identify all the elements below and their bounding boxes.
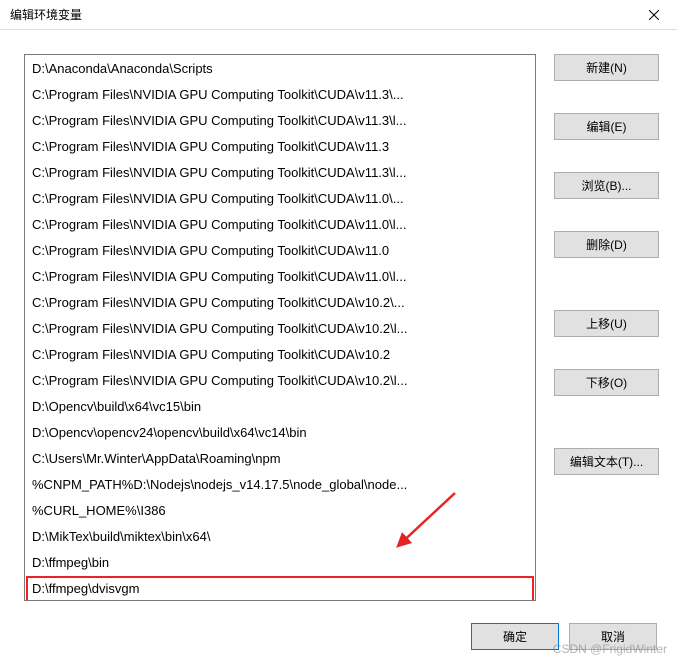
path-list-item[interactable]: D:\MikTex\build\miktex\bin\x64\ (26, 524, 534, 550)
path-list-item[interactable]: C:\Program Files\NVIDIA GPU Computing To… (26, 134, 534, 160)
path-list-item[interactable]: D:\ffmpeg\dvisvgm (26, 576, 534, 600)
browse-button[interactable]: 浏览(B)... (554, 172, 659, 199)
window-title: 编辑环境变量 (10, 6, 82, 23)
path-list-item[interactable]: C:\Program Files\NVIDIA GPU Computing To… (26, 186, 534, 212)
main-row: D:\Anaconda\Anaconda\ScriptsC:\Program F… (24, 54, 659, 601)
path-list-item[interactable]: C:\Program Files\NVIDIA GPU Computing To… (26, 108, 534, 134)
path-list-item[interactable]: D:\ffmpeg\bin (26, 550, 534, 576)
path-list-item[interactable]: C:\Program Files\NVIDIA GPU Computing To… (26, 160, 534, 186)
dialog-footer: 确定 取消 (24, 619, 659, 650)
close-button[interactable] (639, 0, 669, 30)
path-list-item[interactable]: C:\Program Files\NVIDIA GPU Computing To… (26, 212, 534, 238)
path-list-item[interactable]: C:\Program Files\NVIDIA GPU Computing To… (26, 238, 534, 264)
titlebar: 编辑环境变量 (0, 0, 677, 30)
path-listbox[interactable]: D:\Anaconda\Anaconda\ScriptsC:\Program F… (24, 54, 536, 601)
movedown-button[interactable]: 下移(O) (554, 369, 659, 396)
path-list-item[interactable]: C:\Program Files\NVIDIA GPU Computing To… (26, 82, 534, 108)
new-button[interactable]: 新建(N) (554, 54, 659, 81)
button-column: 新建(N) 编辑(E) 浏览(B)... 删除(D) 上移(U) 下移(O) 编… (554, 54, 659, 601)
path-list-item[interactable]: D:\Anaconda\Anaconda\Scripts (26, 56, 534, 82)
path-list-item[interactable]: %CURL_HOME%\I386 (26, 498, 534, 524)
ok-button[interactable]: 确定 (471, 623, 559, 650)
delete-button[interactable]: 删除(D) (554, 231, 659, 258)
path-list-item[interactable]: C:\Program Files\NVIDIA GPU Computing To… (26, 342, 534, 368)
path-list-item[interactable]: C:\Program Files\NVIDIA GPU Computing To… (26, 290, 534, 316)
edit-button[interactable]: 编辑(E) (554, 113, 659, 140)
moveup-button[interactable]: 上移(U) (554, 310, 659, 337)
path-list-item[interactable]: D:\Opencv\build\x64\vc15\bin (26, 394, 534, 420)
close-icon (649, 10, 659, 20)
dialog-content: D:\Anaconda\Anaconda\ScriptsC:\Program F… (0, 30, 677, 664)
path-list-item[interactable]: %CNPM_PATH%D:\Nodejs\nodejs_v14.17.5\nod… (26, 472, 534, 498)
edittext-button[interactable]: 编辑文本(T)... (554, 448, 659, 475)
cancel-button[interactable]: 取消 (569, 623, 657, 650)
path-list-scroll[interactable]: D:\Anaconda\Anaconda\ScriptsC:\Program F… (25, 55, 535, 600)
path-list-item[interactable]: D:\Opencv\opencv24\opencv\build\x64\vc14… (26, 420, 534, 446)
path-list-item[interactable]: C:\Users\Mr.Winter\AppData\Roaming\npm (26, 446, 534, 472)
path-list-item[interactable]: C:\Program Files\NVIDIA GPU Computing To… (26, 316, 534, 342)
path-list-item[interactable]: C:\Program Files\NVIDIA GPU Computing To… (26, 368, 534, 394)
path-list-item[interactable]: C:\Program Files\NVIDIA GPU Computing To… (26, 264, 534, 290)
